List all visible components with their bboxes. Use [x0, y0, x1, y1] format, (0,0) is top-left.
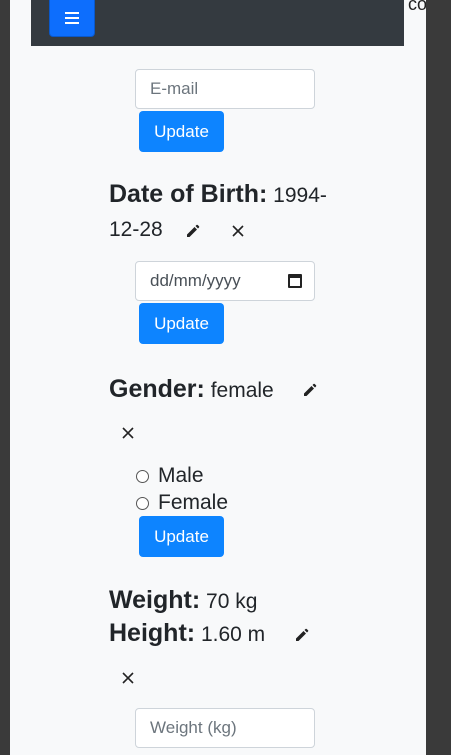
gender-row: Gender: female: [109, 375, 274, 404]
gender-edit-pencil-icon[interactable]: [302, 382, 318, 398]
dob-date-input[interactable]: dd/mm/yyyy: [135, 261, 315, 301]
dob-date-placeholder: dd/mm/yyyy: [150, 271, 241, 290]
height-row: Height: 1.60 m: [109, 619, 265, 648]
weight-input[interactable]: Weight (kg): [135, 708, 315, 748]
menu-toggle-button[interactable]: [49, 0, 95, 37]
dob-close-icon[interactable]: [232, 225, 244, 237]
dob-row-1: Date of Birth: 1994-: [109, 180, 327, 209]
calendar-icon[interactable]: [288, 274, 302, 288]
gender-option-female[interactable]: Female: [136, 491, 228, 515]
weight-label: Weight:: [109, 586, 201, 614]
height-value: 1.60 m: [200, 623, 266, 646]
gender-update-button[interactable]: Update: [139, 516, 224, 557]
page: co E-mail Update Date of Birth: 1994- 12…: [10, 0, 426, 755]
body-edit-pencil-icon[interactable]: [294, 627, 310, 643]
gender-label: Gender:: [109, 375, 205, 403]
gender-close-icon[interactable]: [122, 427, 134, 439]
weight-value: 70 kg: [206, 590, 258, 613]
radio-male[interactable]: [136, 469, 149, 483]
dob-update-button[interactable]: Update: [139, 303, 224, 344]
email-input[interactable]: E-mail: [135, 69, 315, 109]
weight-row: Weight: 70 kg: [109, 586, 257, 615]
radio-female[interactable]: [136, 496, 149, 510]
height-label: Height:: [109, 619, 196, 647]
dob-value-1: 1994-: [273, 184, 327, 207]
gender-option-male[interactable]: Male: [136, 464, 204, 488]
email-update-button[interactable]: Update: [139, 111, 224, 152]
navbar-brand-fragment[interactable]: co: [408, 0, 426, 15]
dob-value-2: 12-28: [109, 218, 163, 241]
dob-edit-pencil-icon[interactable]: [185, 223, 201, 239]
hamburger-icon: [65, 12, 79, 24]
body-close-icon[interactable]: [122, 672, 134, 684]
gender-option-male-label: Male: [158, 464, 204, 487]
gender-option-female-label: Female: [158, 491, 229, 514]
dob-label: Date of Birth:: [109, 180, 268, 208]
dob-row-2: 12-28: [109, 218, 163, 242]
navbar: [31, 0, 404, 46]
gender-value: female: [210, 379, 274, 402]
